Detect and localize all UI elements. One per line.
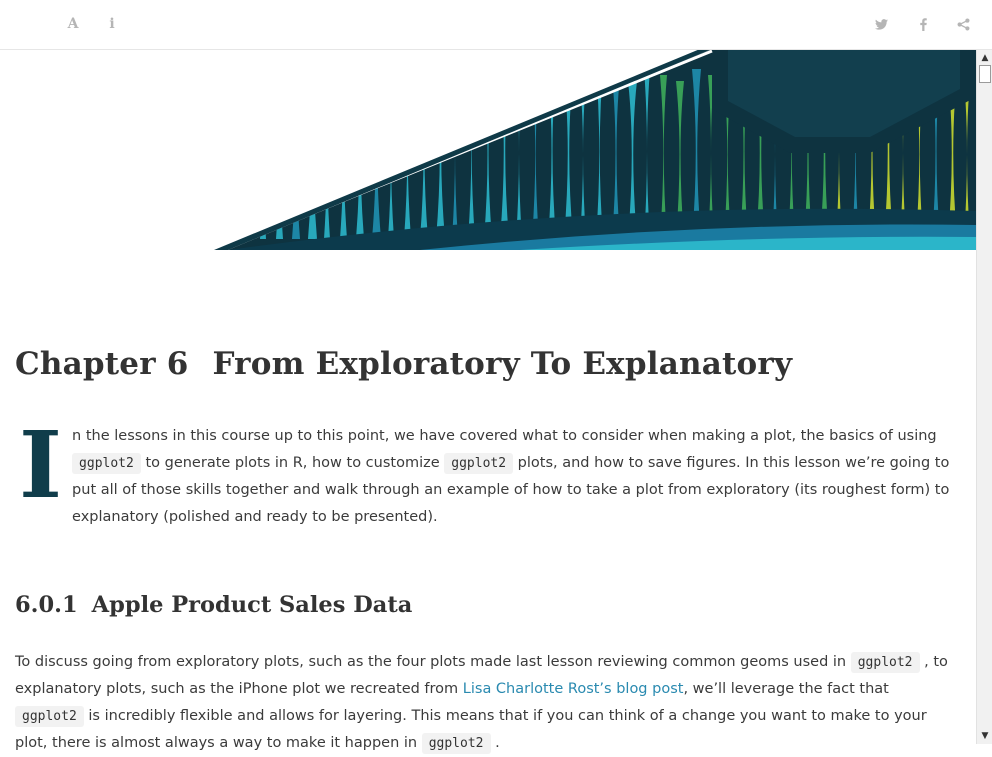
inline-code: ggplot2 bbox=[15, 706, 84, 727]
chapter-number: Chapter 6 bbox=[15, 346, 189, 382]
body-text: To discuss going from exploratory plots,… bbox=[15, 654, 851, 670]
chapter-banner-image bbox=[0, 49, 976, 250]
section-title-text: Apple Product Sales Data bbox=[91, 592, 413, 618]
intro-text: to generate plots in R, how to customize bbox=[140, 455, 445, 471]
drop-cap: I bbox=[19, 411, 63, 519]
scrollbar-thumb[interactable] bbox=[979, 65, 991, 83]
inline-code: ggplot2 bbox=[850, 652, 920, 673]
body-text: , we’ll leverage the fact that bbox=[683, 681, 889, 697]
inline-code: ggplot2 bbox=[444, 453, 514, 474]
font-settings-icon[interactable]: A bbox=[61, 12, 85, 36]
intro-paragraph: In the lessons in this course up to this… bbox=[15, 411, 960, 531]
share-icon[interactable] bbox=[951, 12, 975, 36]
blog-post-link[interactable]: Lisa Charlotte Rost’s blog post bbox=[463, 681, 684, 697]
chapter-title-text: From Exploratory To Explanatory bbox=[212, 346, 793, 382]
info-icon[interactable]: i bbox=[100, 12, 124, 36]
scroll-up-arrow-icon[interactable]: ▲ bbox=[979, 52, 991, 64]
top-toolbar: A i bbox=[0, 0, 992, 50]
body-paragraph: To discuss going from exploratory plots,… bbox=[15, 649, 960, 757]
intro-text: n the lessons in this course up to this … bbox=[72, 428, 937, 444]
twitter-icon[interactable] bbox=[869, 12, 893, 36]
body-text: . bbox=[490, 735, 500, 751]
section-heading: 6.0.1 Apple Product Sales Data bbox=[15, 592, 412, 618]
inline-code: ggplot2 bbox=[72, 453, 141, 474]
section-number: 6.0.1 bbox=[15, 592, 78, 618]
chapter-title: Chapter 6 From Exploratory To Explanatory bbox=[15, 346, 792, 382]
vertical-scrollbar[interactable]: ▲ ▼ bbox=[976, 49, 992, 744]
scroll-down-arrow-icon[interactable]: ▼ bbox=[979, 730, 991, 742]
facebook-icon[interactable] bbox=[911, 12, 935, 36]
